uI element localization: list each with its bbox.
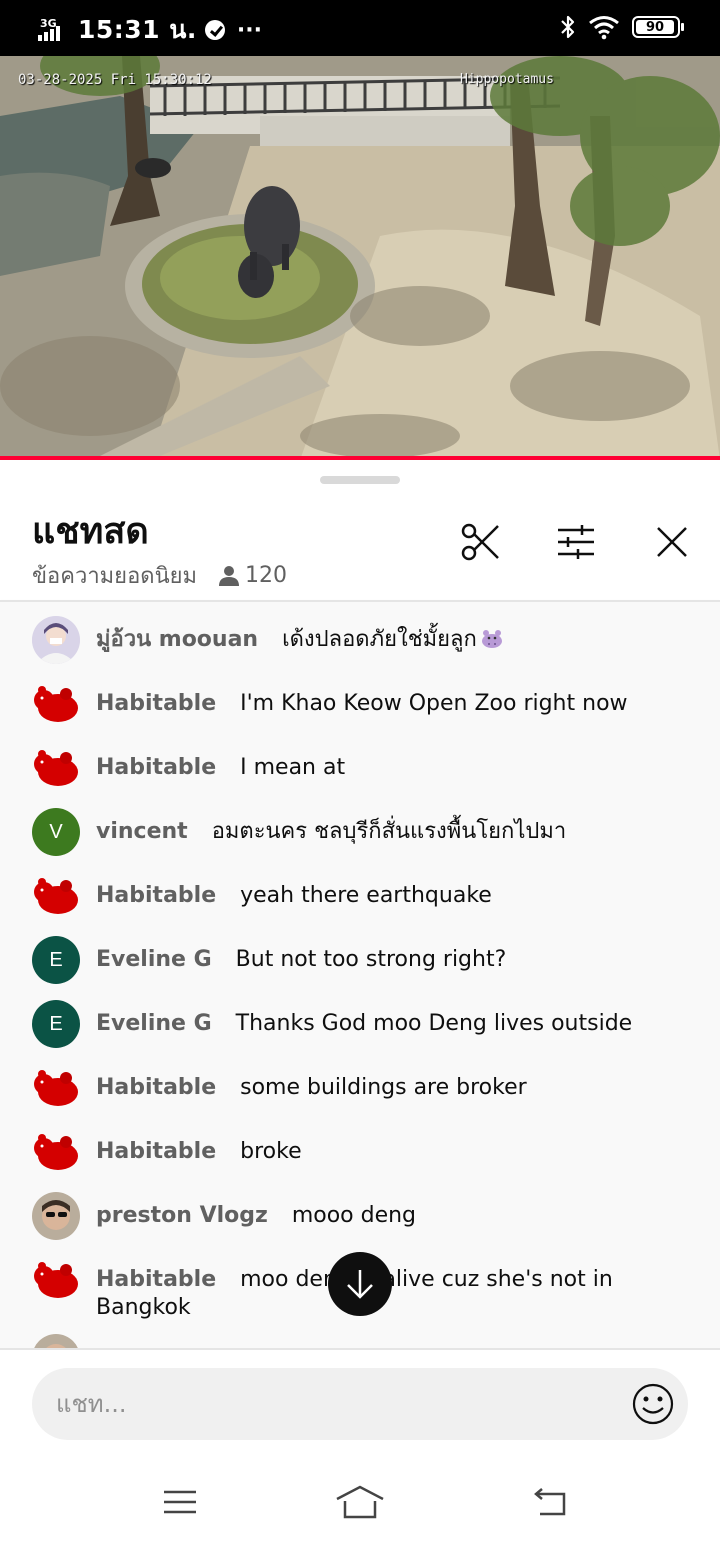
avatar[interactable] — [32, 1256, 80, 1304]
message-author[interactable]: Habitable — [96, 691, 216, 716]
chat-settings-button[interactable] — [554, 520, 598, 564]
avatar[interactable]: V — [32, 808, 80, 856]
message-author[interactable]: มู่อ้วน moouan — [96, 627, 258, 652]
chat-message[interactable]: Habitable I'm Khao Keow Open Zoo right no… — [32, 680, 688, 728]
status-time: 15:31 น. — [78, 15, 197, 44]
chat-message[interactable]: Habitable yeah there earthquake — [32, 872, 688, 920]
message-author[interactable]: Habitable — [96, 1267, 216, 1292]
avatar[interactable]: E — [32, 936, 80, 984]
message-text: อมตะนคร ชลบุรีก็สั่นแรงพื้นโยกไปมา — [211, 819, 567, 844]
clip-button[interactable] — [458, 520, 502, 564]
scissors-icon — [461, 523, 499, 561]
message-text: broke — [240, 1139, 302, 1164]
arrow-down-icon — [347, 1270, 373, 1299]
chat-message[interactable]: Habitable broke — [32, 1128, 688, 1176]
avatar[interactable] — [32, 744, 80, 792]
sliders-icon — [558, 525, 594, 559]
viewer-count-value: 120 — [245, 563, 287, 588]
close-icon — [657, 527, 687, 557]
chat-message[interactable]: Habitable some buildings are broker — [32, 1064, 688, 1112]
message-text: mooo deng — [291, 1203, 417, 1228]
chat-message-list[interactable]: มู่อ้วน moouan เด้งปลอดภัยใช่มั้ยลูก Habi… — [0, 602, 720, 1348]
camera-timestamp: 03-28-2025 Fri 15:30:12 — [18, 72, 212, 88]
message-text: เด้งปลอดภัยใช่มั้ยลูก — [282, 627, 477, 652]
checkmark-badge-icon — [204, 20, 225, 40]
chat-input-container[interactable] — [32, 1368, 688, 1440]
message-text: I'm Khao Keow Open Zoo right now — [240, 691, 628, 716]
emoji-icon[interactable] — [632, 1383, 674, 1425]
chat-mode-label: ข้อความยอดนิยม — [32, 564, 197, 589]
close-chat-button[interactable] — [650, 520, 694, 564]
message-text: Thanks God moo Deng lives outside — [235, 1011, 633, 1036]
video-player[interactable]: 03-28-2025 Fri 15:30:12 Hippopotamus — [0, 56, 720, 460]
back-nav-button[interactable] — [522, 1480, 578, 1524]
more-notifications: ··· — [236, 17, 262, 43]
chat-message[interactable]: มู่อ้วน moouan เด้งปลอดภัยใช่มั้ยลูก — [32, 616, 688, 664]
avatar[interactable] — [32, 1128, 80, 1176]
avatar[interactable] — [32, 680, 80, 728]
message-author[interactable]: preston Vlogz — [96, 1203, 268, 1228]
camera-label: Hippopotamus — [460, 72, 554, 87]
avatar[interactable] — [32, 1192, 80, 1240]
battery-icon: 90 — [632, 16, 684, 38]
battery-level: 90 — [636, 20, 674, 35]
menu-icon — [164, 1490, 196, 1514]
avatar[interactable]: E — [32, 1000, 80, 1048]
chat-message[interactable]: E Eveline G But not too strong right? — [32, 936, 688, 984]
person-icon — [219, 565, 239, 586]
message-author[interactable]: Habitable — [96, 755, 216, 780]
chat-message[interactable]: preston Vlogz mooo deng — [32, 1192, 688, 1240]
cell-signal-icon: 3G — [38, 15, 70, 45]
avatar[interactable] — [32, 1334, 80, 1348]
message-text: some buildings are broker — [240, 1075, 527, 1100]
message-text: yeah there earthquake — [240, 883, 492, 908]
viewer-count: 120 — [219, 563, 287, 588]
avatar[interactable] — [32, 616, 80, 664]
message-text: I mean at — [240, 755, 346, 780]
message-author[interactable]: Habitable — [96, 1139, 216, 1164]
message-author[interactable]: Eveline G — [96, 947, 212, 972]
chat-mode-selector[interactable]: ข้อความยอดนิยม 120 — [32, 558, 287, 593]
system-navigation-bar — [0, 1460, 720, 1544]
avatar[interactable] — [32, 872, 80, 920]
live-chat-panel: แชทสด ข้อความยอดนิยม 120 มู่อ้วน moouan เ… — [0, 460, 720, 1544]
hippo-emoji-icon — [481, 630, 502, 648]
back-icon — [534, 1488, 566, 1516]
home-nav-button[interactable] — [332, 1480, 388, 1524]
bluetooth-icon — [561, 15, 575, 39]
avatar[interactable] — [32, 1064, 80, 1112]
message-author[interactable]: Eveline G — [96, 1011, 212, 1036]
drag-handle[interactable] — [320, 476, 400, 484]
chat-title: แชทสด — [32, 511, 149, 552]
chat-input[interactable] — [56, 1382, 616, 1426]
status-bar: 3G 15:31 น. ··· 90 — [0, 0, 720, 56]
message-author[interactable]: Habitable — [96, 883, 216, 908]
chat-message[interactable]: V vincent อมตะนคร ชลบุรีก็สั่นแรงพื้นโยกไ… — [32, 808, 688, 856]
scroll-to-bottom-button[interactable] — [328, 1252, 392, 1316]
menu-nav-button[interactable] — [152, 1480, 208, 1524]
chat-message[interactable] — [32, 1334, 688, 1348]
wifi-icon — [589, 16, 619, 40]
message-text: But not too strong right? — [235, 947, 507, 972]
chat-message[interactable]: Habitable I mean at — [32, 744, 688, 792]
home-icon — [336, 1485, 384, 1519]
message-author[interactable]: Habitable — [96, 1075, 216, 1100]
message-author[interactable]: vincent — [96, 819, 188, 844]
video-frame — [0, 56, 720, 460]
chat-message[interactable]: E Eveline G Thanks God moo Deng lives out… — [32, 1000, 688, 1048]
